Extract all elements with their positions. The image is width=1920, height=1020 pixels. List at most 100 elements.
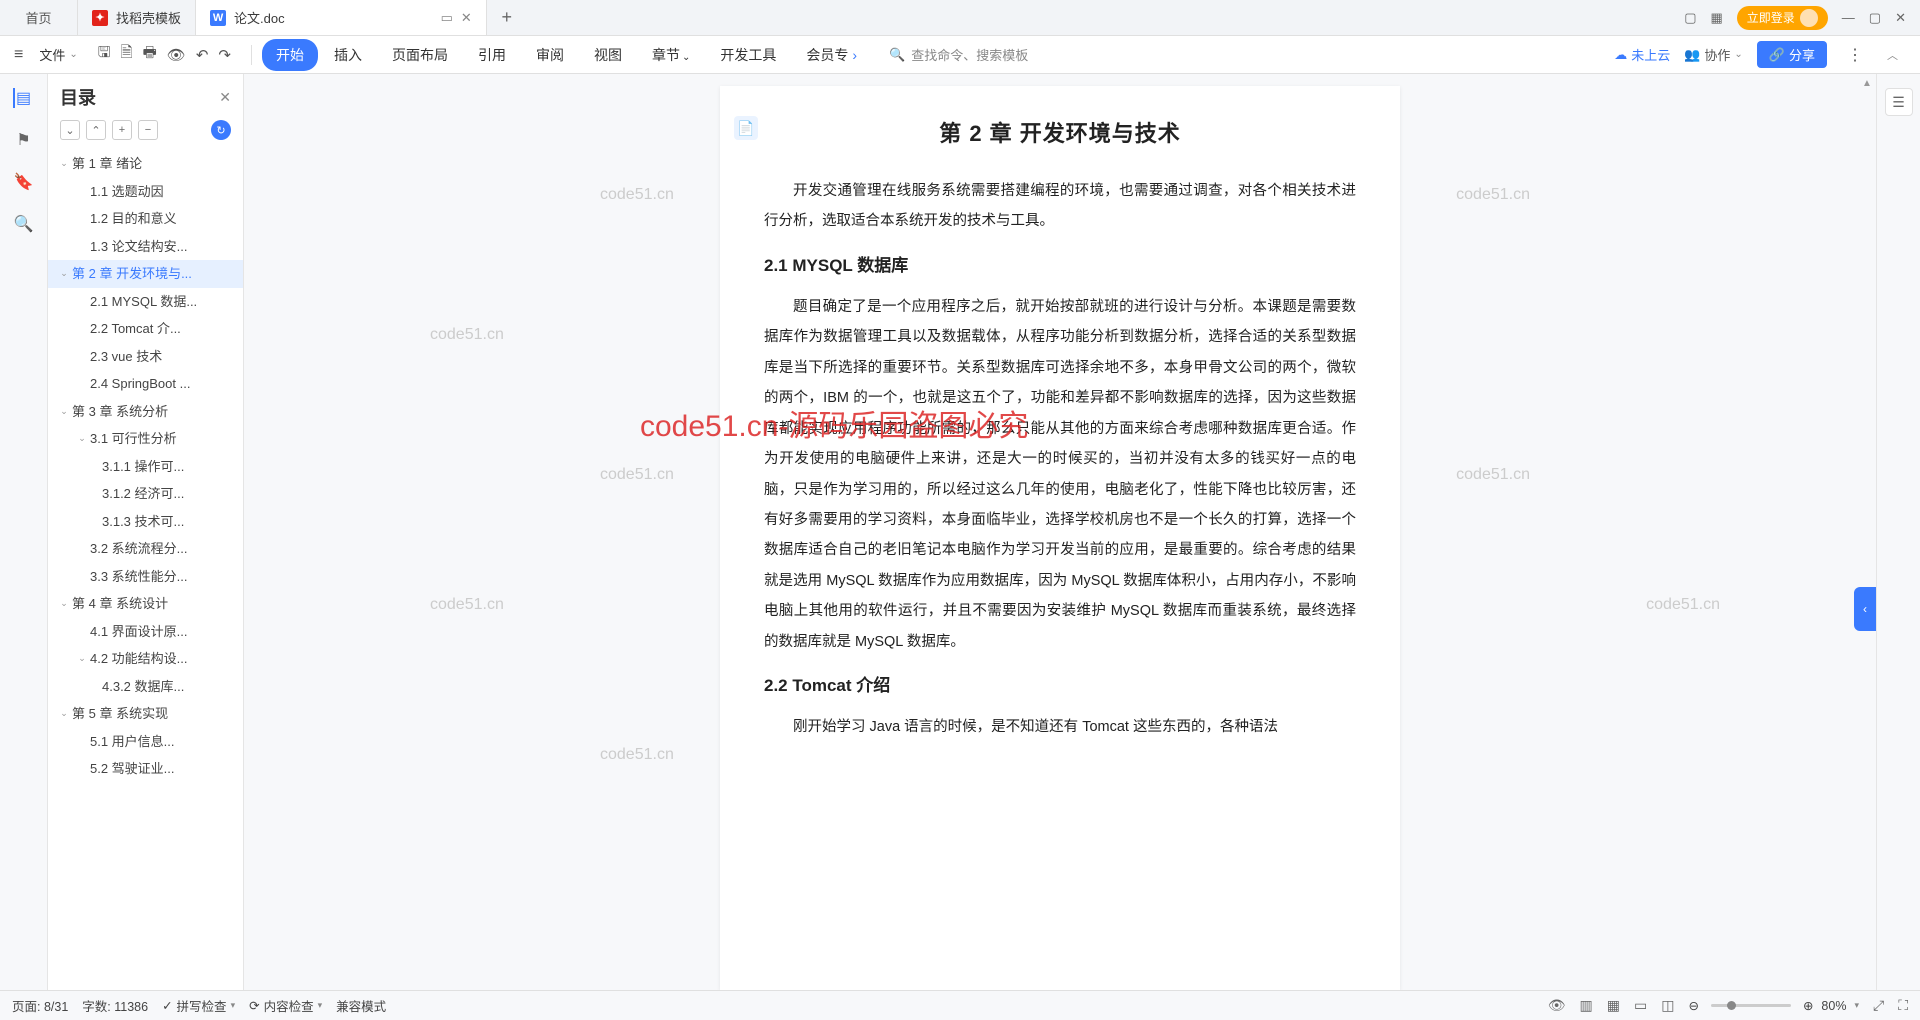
add-tab-button[interactable]: + bbox=[487, 0, 527, 35]
bookmark-tool-icon[interactable]: 🔖 bbox=[14, 172, 34, 192]
collapse-ribbon-icon[interactable]: ︿ bbox=[1883, 47, 1902, 63]
ribbon-tab-reference[interactable]: 引用 bbox=[464, 39, 520, 71]
view-outline-icon[interactable]: ◫ bbox=[1661, 997, 1674, 1014]
side-handle[interactable]: ‹ bbox=[1854, 587, 1876, 631]
fit-icon[interactable]: ⤢ bbox=[1873, 997, 1884, 1014]
outline-item[interactable]: ⌄4.2 功能结构设... bbox=[48, 645, 243, 673]
outline-item[interactable]: 2.3 vue 技术 bbox=[48, 343, 243, 371]
outline-item[interactable]: ⌄第 5 章 系统实现 bbox=[48, 700, 243, 728]
outline-item-label: 2.2 Tomcat 介... bbox=[90, 319, 181, 339]
login-button[interactable]: 立即登录 bbox=[1737, 6, 1828, 30]
ribbon-tab-start[interactable]: 开始 bbox=[262, 39, 318, 71]
outline-tool-icon[interactable]: ▤ bbox=[13, 88, 33, 108]
status-contentcheck[interactable]: ⟳内容检查 ▾ bbox=[249, 996, 322, 1015]
minimize-icon[interactable]: — bbox=[1842, 10, 1855, 25]
sync-outline-icon[interactable]: ↻ bbox=[211, 120, 231, 140]
save-icon[interactable]: 🖫 bbox=[98, 42, 111, 67]
view-web-icon[interactable]: ▭ bbox=[1634, 997, 1647, 1014]
outline-item-label: 5.2 驾驶证业... bbox=[90, 759, 175, 779]
ribbon-tab-member[interactable]: 会员专› bbox=[792, 39, 871, 71]
outline-item[interactable]: 1.2 目的和意义 bbox=[48, 205, 243, 233]
view-page-icon[interactable]: ▦ bbox=[1607, 997, 1620, 1014]
ribbon-tab-insert[interactable]: 插入 bbox=[320, 39, 376, 71]
tab-home[interactable]: 首页 bbox=[0, 0, 78, 35]
hamburger-icon[interactable]: ≡ bbox=[8, 46, 29, 64]
outline-item[interactable]: 5.2 驾驶证业... bbox=[48, 755, 243, 783]
properties-icon[interactable]: ☰ bbox=[1885, 88, 1913, 116]
outline-item[interactable]: 3.3 系统性能分... bbox=[48, 563, 243, 591]
document-area[interactable]: ▲ 📄 第 2 章 开发环境与技术 开发交通管理在线服务系统需要搭建编程的环境，… bbox=[244, 74, 1876, 990]
zoom-out-icon[interactable]: ⊖ bbox=[1688, 998, 1698, 1013]
scroll-up-icon[interactable]: ▲ bbox=[1860, 76, 1874, 90]
expand-all-icon[interactable]: ⌄ bbox=[60, 120, 80, 140]
outline-item[interactable]: 3.1.3 技术可... bbox=[48, 508, 243, 536]
status-wordcount[interactable]: 字数: 11386 bbox=[82, 996, 148, 1015]
outline-item[interactable]: ⌄第 1 章 绪论 bbox=[48, 150, 243, 178]
status-compat[interactable]: 兼容模式 bbox=[336, 996, 386, 1015]
ribbon-tab-section[interactable]: 章节⌄ bbox=[638, 39, 704, 71]
layout-icon[interactable]: ▢ bbox=[1684, 10, 1696, 26]
outline-item-label: 3.3 系统性能分... bbox=[90, 567, 188, 587]
save-as-icon[interactable]: 🗎 bbox=[121, 42, 133, 67]
ribbon-tab-layout[interactable]: 页面布局 bbox=[378, 39, 462, 71]
outline-item[interactable]: ⌄3.1 可行性分析 bbox=[48, 425, 243, 453]
outline-item[interactable]: 2.4 SpringBoot ... bbox=[48, 370, 243, 398]
ribbon-tab-devtools[interactable]: 开发工具 bbox=[706, 39, 790, 71]
maximize-icon[interactable]: ▢ bbox=[1869, 10, 1881, 26]
print-preview-icon[interactable]: 👁 bbox=[167, 46, 186, 64]
outline-item-label: 3.1 可行性分析 bbox=[90, 429, 177, 449]
split-window-icon[interactable]: ▭ bbox=[441, 10, 453, 26]
ribbon-tab-review[interactable]: 审阅 bbox=[522, 39, 578, 71]
status-spellcheck[interactable]: ✓拼写检查 ▾ bbox=[162, 996, 235, 1015]
close-tab-icon[interactable]: ✕ bbox=[461, 10, 472, 26]
close-window-icon[interactable]: ✕ bbox=[1895, 10, 1906, 26]
watermark: code51.cn bbox=[1646, 596, 1720, 614]
demote-icon[interactable]: − bbox=[138, 120, 158, 140]
document-page[interactable]: 📄 第 2 章 开发环境与技术 开发交通管理在线服务系统需要搭建编程的环境，也需… bbox=[720, 86, 1400, 990]
apps-icon[interactable]: ▦ bbox=[1710, 10, 1722, 26]
outline-item[interactable]: 3.1.1 操作可... bbox=[48, 453, 243, 481]
zoom-slider[interactable] bbox=[1711, 1004, 1791, 1007]
tab-document[interactable]: W 论文.doc ▭ ✕ bbox=[196, 0, 487, 35]
avatar-icon bbox=[1800, 9, 1818, 27]
share-button[interactable]: 🔗分享 bbox=[1757, 41, 1827, 68]
outline-item[interactable]: 4.1 界面设计原... bbox=[48, 618, 243, 646]
tab-templates[interactable]: ✦ 找稻壳模板 bbox=[78, 0, 196, 35]
view-eye-icon[interactable]: 👁 bbox=[1548, 997, 1566, 1014]
outline-item[interactable]: 4.3.2 数据库... bbox=[48, 673, 243, 701]
fullscreen-icon[interactable]: ⛶ bbox=[1898, 997, 1908, 1014]
outline-item[interactable]: 2.1 MYSQL 数据... bbox=[48, 288, 243, 316]
redo-icon[interactable]: ↷ bbox=[218, 46, 231, 64]
file-menu[interactable]: 文件⌄ bbox=[33, 45, 83, 64]
ribbon-tab-view[interactable]: 视图 bbox=[580, 39, 636, 71]
status-page[interactable]: 页面: 8/31 bbox=[12, 996, 68, 1015]
undo-icon[interactable]: ↶ bbox=[196, 46, 209, 64]
zoom-in-icon[interactable]: ⊕ bbox=[1803, 998, 1813, 1013]
chevron-down-icon: ⌄ bbox=[76, 432, 88, 446]
close-outline-icon[interactable]: ✕ bbox=[219, 89, 231, 106]
zoom-value[interactable]: 80% bbox=[1821, 999, 1846, 1013]
outline-item[interactable]: 5.1 用户信息... bbox=[48, 728, 243, 756]
title-bar: 首页 ✦ 找稻壳模板 W 论文.doc ▭ ✕ + ▢ ▦ 立即登录 — ▢ ✕ bbox=[0, 0, 1920, 36]
more-icon[interactable]: ⋮ bbox=[1841, 45, 1869, 65]
outline-item[interactable]: 1.1 选题动因 bbox=[48, 178, 243, 206]
outline-item[interactable]: 3.1.2 经济可... bbox=[48, 480, 243, 508]
outline-item[interactable]: 1.3 论文结构安... bbox=[48, 233, 243, 261]
view-read-icon[interactable]: ▥ bbox=[1580, 997, 1593, 1014]
collapse-all-icon[interactable]: ⌃ bbox=[86, 120, 106, 140]
goal-tool-icon[interactable]: ⚑ bbox=[14, 130, 34, 150]
page-action-icon[interactable]: 📄 bbox=[734, 116, 758, 140]
print-icon[interactable]: 🖶 bbox=[143, 42, 157, 67]
collab-button[interactable]: 👥协作⌄ bbox=[1684, 45, 1743, 64]
chapter-heading: 第 2 章 开发环境与技术 bbox=[764, 116, 1356, 148]
zoom-thumb[interactable] bbox=[1727, 1001, 1736, 1010]
outline-item[interactable]: ⌄第 3 章 系统分析 bbox=[48, 398, 243, 426]
find-tool-icon[interactable]: 🔍 bbox=[14, 214, 34, 234]
outline-item[interactable]: 2.2 Tomcat 介... bbox=[48, 315, 243, 343]
command-search[interactable]: 🔍 查找命令、搜索模板 bbox=[889, 45, 1028, 64]
cloud-status[interactable]: ☁未上云 bbox=[1614, 45, 1670, 64]
promote-icon[interactable]: + bbox=[112, 120, 132, 140]
outline-item[interactable]: 3.2 系统流程分... bbox=[48, 535, 243, 563]
outline-item[interactable]: ⌄第 4 章 系统设计 bbox=[48, 590, 243, 618]
outline-item[interactable]: ⌄第 2 章 开发环境与... bbox=[48, 260, 243, 288]
